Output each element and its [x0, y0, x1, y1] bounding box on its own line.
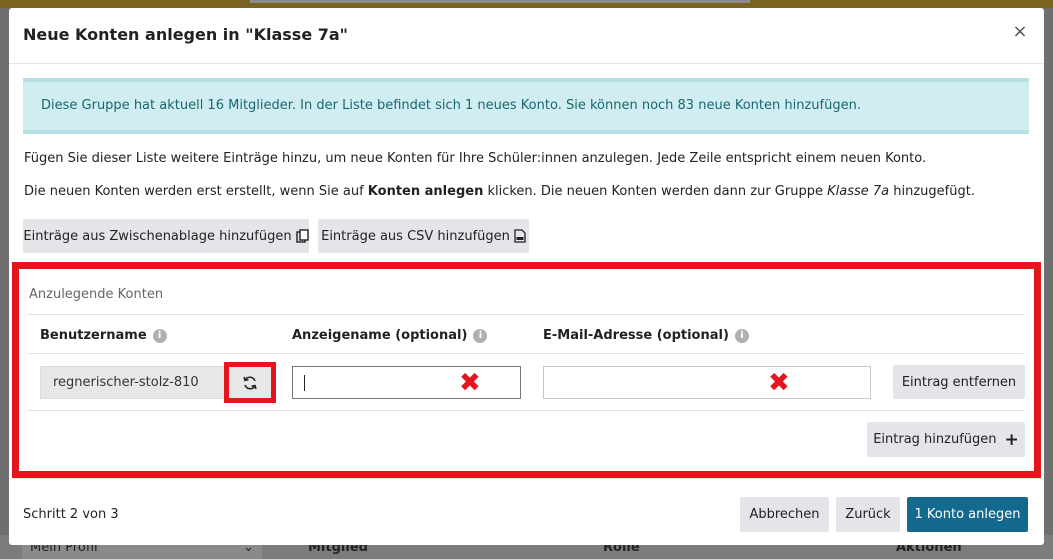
creation-note-bold: Konten anlegen — [367, 184, 484, 199]
divider — [27, 353, 1025, 354]
info-icon[interactable]: i — [473, 328, 488, 343]
backdrop-search-strip — [250, 0, 750, 3]
text-cursor — [304, 375, 305, 391]
add-entry-label: Eintrag hinzufügen — [873, 432, 997, 447]
add-entry-button[interactable]: Eintrag hinzufügen + — [867, 422, 1025, 457]
creation-note: Die neuen Konten werden erst erstellt, w… — [24, 184, 975, 199]
divider — [27, 314, 1025, 315]
cancel-button[interactable]: Abbrechen — [740, 497, 829, 532]
column-display-name: Anzeigename (optional) i — [292, 328, 488, 343]
error-x-icon: ✖ — [768, 368, 790, 398]
group-name: Klasse 7a — [827, 184, 890, 199]
column-username: Benutzername i — [40, 328, 167, 343]
step-indicator: Schritt 2 von 3 — [23, 507, 119, 522]
error-x-icon: ✖ — [459, 368, 481, 398]
column-email-label: E-Mail-Adresse (optional) — [543, 328, 729, 343]
instruction-text: Fügen Sie dieser Liste weitere Einträge … — [24, 151, 927, 166]
email-input[interactable] — [543, 366, 871, 399]
refresh-icon — [243, 375, 257, 390]
add-from-clipboard-button[interactable]: Einträge aus Zwischenablage hinzufügen — [23, 219, 309, 253]
modal-header: Neue Konten anlegen in "Klasse 7a" × — [9, 8, 1044, 64]
creation-note-part: Die neuen Konten werden erst erstellt, w… — [24, 184, 368, 199]
info-alert: Diese Gruppe hat aktuell 16 Mitglieder. … — [23, 78, 1029, 134]
csv-file-icon — [514, 229, 526, 243]
accounts-caption: Anzulegende Konten — [29, 287, 164, 302]
back-button[interactable]: Zurück — [836, 497, 900, 532]
add-from-csv-label: Einträge aus CSV hinzufügen — [321, 228, 510, 244]
add-from-csv-button[interactable]: Einträge aus CSV hinzufügen — [318, 219, 529, 253]
regenerate-username-button[interactable] — [224, 362, 276, 403]
display-name-input[interactable] — [292, 366, 521, 399]
column-email: E-Mail-Adresse (optional) i — [543, 328, 749, 343]
info-icon[interactable]: i — [734, 328, 749, 343]
remove-entry-button[interactable]: Eintrag entfernen — [893, 365, 1025, 399]
backdrop-header — [0, 0, 1053, 8]
create-accounts-modal: Neue Konten anlegen in "Klasse 7a" × Die… — [9, 8, 1044, 545]
footer-divider — [9, 478, 1044, 479]
creation-note-part: hinzugefügt. — [889, 184, 975, 199]
clipboard-icon — [295, 229, 309, 243]
create-account-button[interactable]: 1 Konto anlegen — [907, 497, 1028, 532]
close-icon[interactable]: × — [1010, 22, 1030, 42]
modal-title: Neue Konten anlegen in "Klasse 7a" — [23, 25, 348, 44]
plus-icon: + — [1004, 429, 1019, 450]
column-display-name-label: Anzeigename (optional) — [292, 328, 468, 343]
accounts-section: Anzulegende Konten Benutzername i Anzeig… — [12, 262, 1041, 478]
add-from-clipboard-label: Einträge aus Zwischenablage hinzufügen — [23, 228, 292, 244]
info-icon[interactable]: i — [152, 328, 167, 343]
divider — [27, 410, 1025, 411]
creation-note-part: klicken. Die neuen Konten werden dann zu… — [483, 184, 828, 199]
column-username-label: Benutzername — [40, 328, 147, 343]
